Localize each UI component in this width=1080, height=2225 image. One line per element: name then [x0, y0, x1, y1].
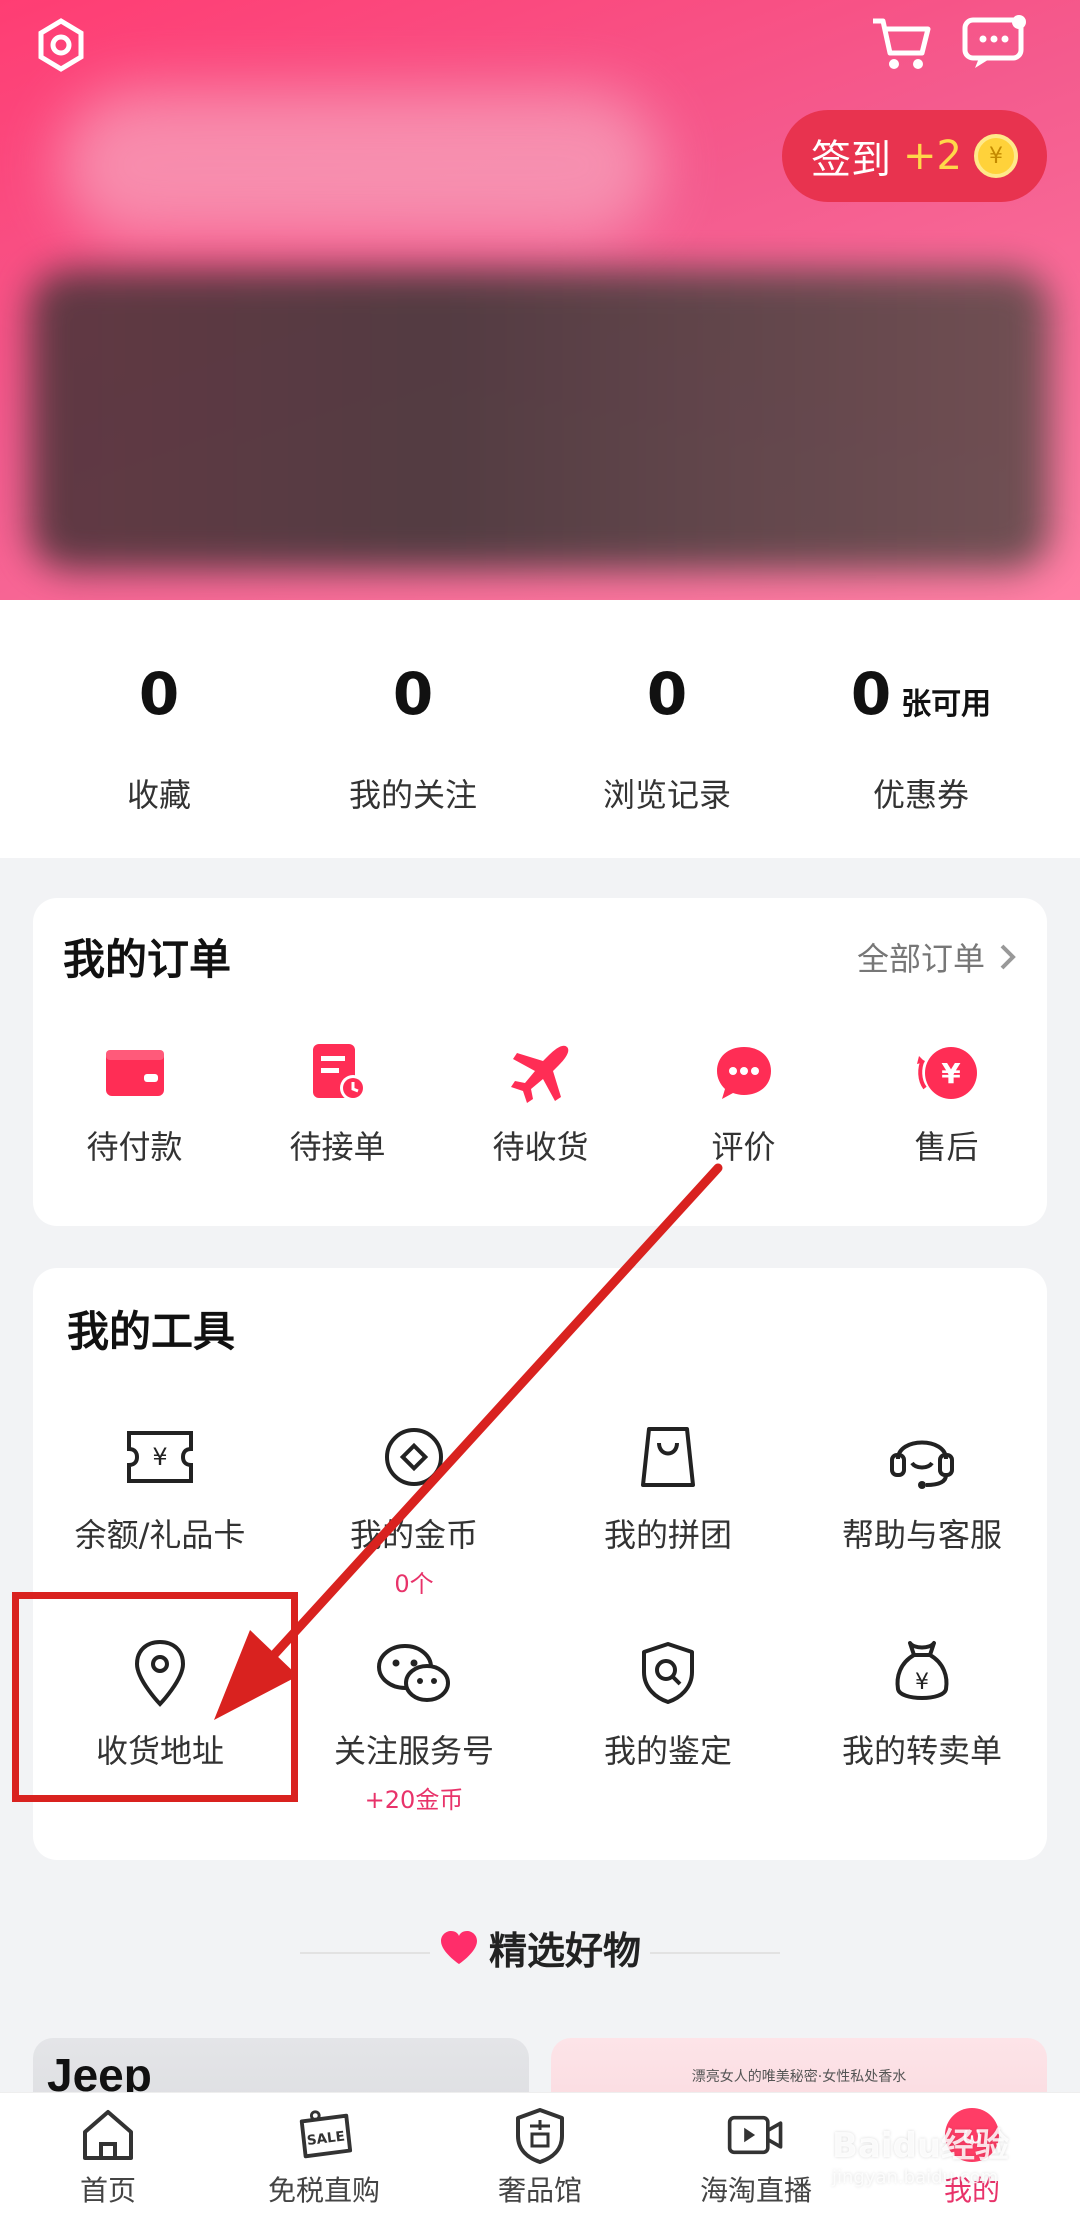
checkin-label: 签到: [811, 137, 892, 183]
settings-icon[interactable]: [30, 14, 92, 76]
tools-title: 我的工具: [67, 1307, 236, 1356]
order-after-sales[interactable]: ¥ 售后: [845, 1040, 1048, 1168]
tool-group-buy[interactable]: 我的拼团: [541, 1418, 795, 1556]
order-label: 评价: [711, 1128, 776, 1166]
live-video-icon: [726, 2107, 786, 2163]
tool-resale-orders[interactable]: ¥ 我的转卖单: [795, 1634, 1049, 1772]
luxury-shield-icon: [510, 2107, 570, 2164]
featured-title-wrap: 精选好物: [439, 1920, 641, 1975]
divider: [650, 1952, 780, 1954]
divider: [300, 1952, 430, 1954]
tab-label: 奢品馆: [497, 2174, 582, 2207]
tool-balance-giftcard[interactable]: ¥ 余额/礼品卡: [33, 1418, 287, 1556]
all-orders-link[interactable]: 全部订单: [857, 934, 1017, 980]
stat-value: 0: [392, 660, 434, 728]
all-orders-label: 全部订单: [856, 940, 985, 978]
chevron-right-icon: [1000, 944, 1016, 970]
orders-title: 我的订单: [63, 935, 232, 984]
watermark: Baidu经验 jingyan.baidu.com: [832, 2118, 1009, 2188]
tab-duty-free[interactable]: SALE 免税直购: [216, 2093, 432, 2225]
featured-title: 精选好物: [488, 1929, 641, 1973]
tab-label: 免税直购: [267, 2174, 380, 2207]
tab-home[interactable]: 首页: [0, 2093, 216, 2225]
stat-value: 0: [138, 660, 180, 728]
stat-label: 我的关注: [348, 776, 477, 814]
tool-label: 我的转卖单: [841, 1732, 1002, 1770]
bag-icon: [629, 1418, 707, 1496]
blurred-member-card: [30, 270, 1050, 570]
tool-label: 帮助与客服: [841, 1516, 1002, 1554]
tab-label: 首页: [79, 2174, 136, 2207]
tool-authentication[interactable]: 我的鉴定: [541, 1634, 795, 1772]
stat-label: 优惠券: [872, 776, 969, 814]
chat-bubble-icon: [711, 1040, 777, 1106]
orders-card: 我的订单 全部订单 待付款 待接单 待收货 评价 ¥ 售后: [33, 898, 1047, 1226]
order-review[interactable]: 评价: [642, 1040, 845, 1168]
svg-text:SALE: SALE: [306, 2128, 346, 2149]
checkin-button[interactable]: 签到 +2 ¥: [782, 110, 1047, 202]
coin-icon: ¥: [973, 134, 1018, 178]
message-icon[interactable]: [958, 10, 1030, 76]
tool-help-service[interactable]: 帮助与客服: [795, 1418, 1049, 1556]
order-label: 售后: [914, 1128, 979, 1166]
watermark-text: Baidu经验: [832, 2126, 1010, 2166]
heart-icon: [440, 1930, 477, 1964]
tab-luxury[interactable]: 奢品馆: [432, 2093, 648, 2225]
highlight-box: [12, 1592, 298, 1802]
profile-header: [0, 0, 1080, 600]
order-label: 待付款: [86, 1128, 183, 1166]
order-clock-icon: [305, 1040, 371, 1106]
order-label: 待接单: [289, 1128, 386, 1166]
svg-text:¥: ¥: [152, 1443, 167, 1471]
home-icon: [78, 2107, 138, 2163]
headset-icon: [883, 1418, 961, 1496]
cart-icon[interactable]: [868, 10, 934, 76]
stat-value-wrap: 0 张可用: [794, 660, 1048, 728]
stat-value: 0: [646, 660, 688, 728]
checkin-bonus: +2: [903, 133, 962, 179]
stat-unit: 张可用: [901, 687, 992, 722]
tool-sub: +20金币: [364, 1786, 464, 1814]
shield-search-icon: [629, 1634, 707, 1712]
tool-my-coins[interactable]: 我的金币 0个: [287, 1418, 541, 1599]
order-pending-accept[interactable]: 待接单: [236, 1040, 439, 1168]
wechat-icon: [375, 1634, 453, 1712]
tool-label: 关注服务号: [333, 1732, 494, 1770]
tool-label: 我的金币: [349, 1516, 478, 1554]
product-caption: 漂亮女人的唯美秘密·女性私处香水: [691, 2069, 907, 2085]
money-bag-icon: ¥: [883, 1634, 961, 1712]
coin-icon: [375, 1418, 453, 1496]
order-pending-receipt[interactable]: 待收货: [439, 1040, 642, 1168]
order-pending-payment[interactable]: 待付款: [33, 1040, 236, 1168]
svg-text:¥: ¥: [915, 1670, 929, 1695]
blurred-user-info: [60, 90, 660, 240]
svg-text:¥: ¥: [941, 1057, 961, 1090]
featured-section-header: 精选好物: [0, 1920, 1080, 1975]
stat-label: 浏览记录: [602, 776, 731, 814]
wallet-icon: [102, 1040, 168, 1106]
stat-label: 收藏: [126, 776, 191, 814]
stats-row: 0 收藏 0 我的关注 0 浏览记录 0 张可用 优惠券: [0, 600, 1080, 858]
tool-label: 我的鉴定: [603, 1732, 732, 1770]
tool-label: 我的拼团: [603, 1516, 732, 1554]
refund-icon: ¥: [914, 1040, 980, 1106]
airplane-icon: [508, 1040, 574, 1106]
ticket-icon: ¥: [121, 1418, 199, 1496]
stat-value: 0: [850, 660, 892, 728]
sale-tag-icon: SALE: [294, 2107, 354, 2163]
tool-label: 余额/礼品卡: [74, 1516, 246, 1554]
watermark-url: jingyan.baidu.com: [832, 2167, 999, 2188]
order-label: 待收货: [492, 1128, 589, 1166]
tool-sub: 0个: [394, 1570, 434, 1598]
tool-follow-account[interactable]: 关注服务号 +20金币: [287, 1634, 541, 1815]
